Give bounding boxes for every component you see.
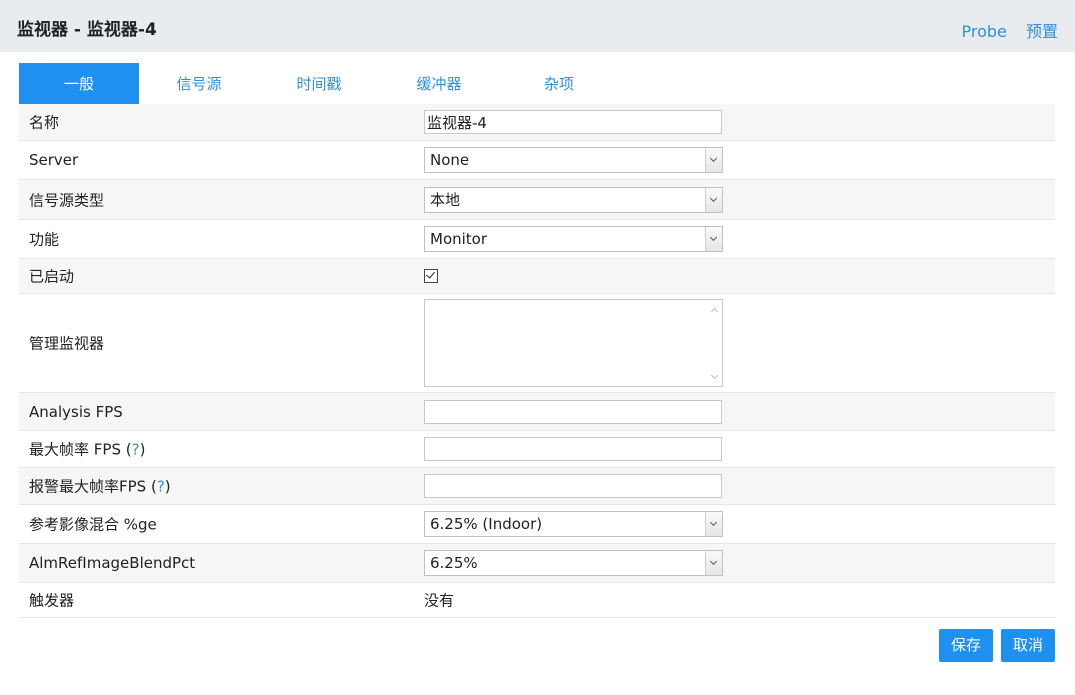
linked-monitors-list[interactable]: [424, 299, 723, 387]
scroll-up-icon: [710, 307, 719, 316]
monitor-form: 名称 Server None 信号源类型 本地 功能 Monitor: [19, 104, 1055, 618]
alarm-ref-blend-select[interactable]: 6.25%: [424, 550, 723, 576]
cancel-button[interactable]: 取消: [1001, 629, 1055, 662]
max-fps-help-link[interactable]: ?: [132, 441, 140, 459]
row-name: 名称: [19, 104, 1055, 141]
chevron-down-icon: [705, 187, 722, 212]
scroll-down-icon: [710, 371, 719, 380]
function-label: 功能: [29, 230, 60, 249]
alarm-max-fps-label-close: ): [164, 477, 171, 496]
max-fps-label: 最大帧率 FPS (?): [29, 439, 145, 460]
header-links: Probe 预置: [948, 18, 1059, 42]
page-title: 监视器 - 监视器-4: [17, 20, 157, 40]
alarm-max-fps-input[interactable]: [424, 474, 722, 498]
tab-bar: 一般 信号源 时间戳 缓冲器 杂项: [19, 63, 1055, 105]
tab-buffers[interactable]: 缓冲器: [379, 63, 499, 104]
page-header: 监视器 - 监视器-4 Probe 预置: [0, 0, 1075, 52]
server-select[interactable]: None: [424, 147, 723, 173]
triggers-value: 没有: [424, 591, 455, 610]
max-fps-label-text: 最大帧率 FPS (: [29, 440, 132, 459]
linked-monitors-label: 管理监视器: [29, 334, 105, 353]
row-analysis-fps: Analysis FPS: [19, 393, 1055, 431]
chevron-down-icon: [705, 551, 722, 575]
alarm-max-fps-help-link[interactable]: ?: [157, 478, 165, 496]
row-linked-monitors: 管理监视器: [19, 294, 1055, 393]
analysis-fps-label: Analysis FPS: [29, 402, 123, 421]
tab-general[interactable]: 一般: [19, 63, 139, 104]
row-max-fps: 最大帧率 FPS (?): [19, 431, 1055, 468]
max-fps-input[interactable]: [424, 437, 722, 461]
analysis-fps-input[interactable]: [424, 399, 722, 424]
row-source-type: 信号源类型 本地: [19, 180, 1055, 220]
function-select-value: Monitor: [430, 230, 488, 248]
tab-misc[interactable]: 杂项: [499, 63, 619, 104]
row-alarm-max-fps: 报警最大帧率FPS (?): [19, 468, 1055, 505]
ref-blend-select[interactable]: 6.25% (Indoor): [424, 511, 723, 537]
ref-blend-label: 参考影像混合 %ge: [29, 515, 157, 534]
name-label: 名称: [29, 113, 60, 132]
alarm-max-fps-label-text: 报警最大帧率FPS (: [29, 477, 157, 496]
chevron-down-icon: [705, 512, 722, 536]
source-type-label: 信号源类型: [29, 191, 105, 209]
presets-link[interactable]: 预置: [1026, 22, 1058, 41]
function-select[interactable]: Monitor: [424, 226, 723, 252]
alarm-ref-blend-label: AlmRefImageBlendPct: [29, 554, 196, 572]
row-server: Server None: [19, 141, 1055, 180]
save-button[interactable]: 保存: [939, 629, 993, 662]
tab-timestamp[interactable]: 时间戳: [259, 63, 379, 104]
alarm-max-fps-label: 报警最大帧率FPS (?): [29, 476, 171, 497]
source-type-select[interactable]: 本地: [424, 186, 723, 213]
server-select-value: None: [430, 151, 470, 169]
alarm-ref-blend-select-value: 6.25%: [430, 554, 478, 572]
list-scrollbar[interactable]: [707, 300, 722, 386]
row-function: 功能 Monitor: [19, 220, 1055, 259]
row-alarm-ref-blend: AlmRefImageBlendPct 6.25%: [19, 544, 1055, 583]
source-type-select-value: 本地: [430, 190, 461, 209]
name-input[interactable]: [424, 110, 722, 134]
max-fps-label-close: ): [139, 440, 146, 459]
row-triggers: 触发器 没有: [19, 583, 1055, 618]
server-label: Server: [29, 151, 79, 169]
row-ref-blend: 参考影像混合 %ge 6.25% (Indoor): [19, 505, 1055, 544]
enabled-checkbox[interactable]: [424, 269, 438, 283]
chevron-down-icon: [705, 148, 722, 172]
probe-link[interactable]: Probe: [962, 22, 1007, 41]
enabled-label: 已启动: [29, 267, 75, 286]
tab-source[interactable]: 信号源: [139, 63, 259, 104]
chevron-down-icon: [705, 227, 722, 251]
row-enabled: 已启动: [19, 259, 1055, 294]
ref-blend-select-value: 6.25% (Indoor): [430, 515, 543, 533]
triggers-label: 触发器: [29, 591, 75, 610]
